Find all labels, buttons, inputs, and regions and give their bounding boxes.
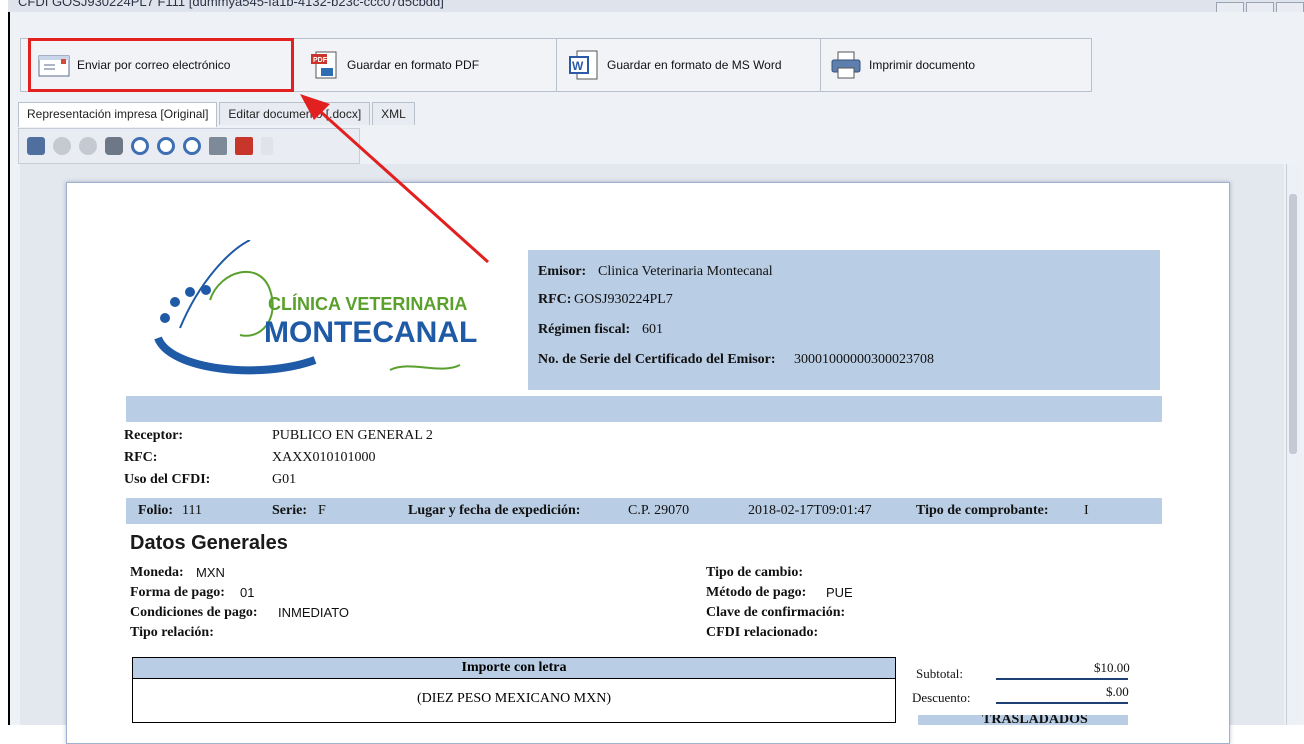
lugar-fecha-label: Lugar y fecha de expedición: (408, 503, 581, 518)
tipo-comprobante-value: I (1084, 503, 1089, 518)
print-icon[interactable] (27, 137, 45, 155)
datos-generales-title: Datos Generales (130, 532, 288, 554)
save-pdf-label: Guardar en formato PDF (347, 58, 480, 72)
forma-pago-value: 01 (240, 585, 255, 600)
importe-header: Importe con letra (133, 658, 895, 679)
importe-value: (DIEZ PESO MEXICANO MXN) (416, 691, 612, 706)
folio-label: Folio: (138, 503, 173, 518)
word-file-icon: W (567, 48, 601, 82)
subtotal-rule (996, 678, 1128, 680)
export-html-icon[interactable] (209, 137, 227, 155)
receptor-rfc-value: XAXX010101000 (272, 450, 376, 465)
print-label: Imprimir documento (869, 58, 976, 72)
zoom-in-icon[interactable] (157, 137, 175, 155)
svg-text:PDF: PDF (313, 57, 328, 64)
pdf-file-icon: PDF (307, 48, 341, 82)
vertical-scrollbar[interactable] (1286, 164, 1301, 725)
export-pdf-icon[interactable] (235, 137, 253, 155)
traslados-label: TRASLADADOS (982, 715, 1088, 725)
send-email-button[interactable]: Enviar por correo electrónico (28, 38, 294, 92)
document-toolbar: Enviar por correo electrónico PDF Guarda… (20, 38, 1092, 92)
regimen-value: 601 (642, 322, 663, 337)
metodo-pago-label: Método de pago: (706, 585, 807, 600)
next-page-icon[interactable] (79, 137, 97, 155)
regimen-label: Régimen fiscal: (538, 322, 631, 337)
logo-line-2: MONTECANAL (264, 316, 478, 349)
descuento-rule (996, 702, 1128, 704)
postal-code: C.P. 29070 (628, 503, 690, 518)
condiciones-value: INMEDIATO (278, 605, 350, 620)
emisor-rfc-value: GOSJ930224PL7 (574, 292, 673, 307)
emisor-rfc-label: RFC: (538, 292, 572, 307)
scrollbar-thumb[interactable] (1289, 194, 1297, 454)
svg-text:W: W (572, 59, 584, 73)
metodo-pago-value: PUE (826, 585, 853, 600)
descuento-label: Descuento: (912, 690, 971, 705)
moneda-label: Moneda: (130, 565, 184, 580)
folio-value: 111 (182, 503, 202, 518)
uso-cfdi-label: Uso del CFDI: (124, 472, 211, 487)
save-pdf-button[interactable]: PDF Guardar en formato PDF (299, 39, 557, 91)
serie-label: Serie: (272, 503, 307, 518)
previous-page-icon[interactable] (53, 137, 71, 155)
emisor-value: Clinica Veterinaria Montecanal (598, 264, 773, 279)
uso-cfdi-value: G01 (272, 472, 297, 487)
moneda-value: MXN (196, 565, 225, 580)
folio-bar: Folio: 111 Serie: F Lugar y fecha de exp… (126, 498, 1162, 524)
emisor-panel: Emisor: Clinica Veterinaria Montecanal R… (528, 250, 1160, 390)
annotation-arrow (300, 94, 490, 264)
clave-confirmacion-label: Clave de confirmación: (706, 605, 846, 620)
importe-con-letra-box: Importe con letra (DIEZ PESO MEXICANO MX… (132, 657, 896, 723)
traslados-header: TRASLADADOS (918, 715, 1128, 725)
envelope-icon (37, 48, 71, 82)
cert-serial-label: No. de Serie del Certificado del Emisor: (538, 352, 776, 367)
save-word-button[interactable]: W Guardar en formato de MS Word (559, 39, 821, 91)
print-button[interactable]: Imprimir documento (821, 39, 1089, 91)
zoom-out-icon[interactable] (131, 137, 149, 155)
window-title: CFDI GOSJ930224PL7 F111 [dummya545-fa1b-… (18, 0, 444, 9)
send-email-label: Enviar por correo electrónico (77, 58, 231, 72)
cert-serial-value: 30001000000300023708 (794, 352, 934, 367)
tipo-relacion-label: Tipo relación: (130, 625, 214, 640)
overflow-chevron-icon[interactable] (261, 137, 273, 155)
receptor-rfc-label: RFC: (124, 450, 158, 465)
tipo-comprobante-label: Tipo de comprobante: (916, 503, 1049, 518)
receptor-label: Receptor: (124, 428, 184, 443)
subtotal-value: $10.00 (1094, 660, 1130, 675)
forma-pago-label: Forma de pago: (130, 585, 225, 600)
printer-icon (829, 48, 863, 82)
cfdi-relacionado-label: CFDI relacionado: (706, 625, 819, 640)
tab-printed-representation[interactable]: Representación impresa [Original] (18, 102, 218, 127)
tipo-cambio-label: Tipo de cambio: (706, 565, 803, 580)
emisor-label: Emisor: (538, 264, 587, 279)
issue-date: 2018-02-17T09:01:47 (748, 503, 872, 518)
zoom-dropdown-icon[interactable] (183, 137, 201, 155)
logo-line-1: CLÍNICA VETERINARIA (268, 294, 468, 314)
condiciones-label: Condiciones de pago: (130, 605, 258, 620)
find-icon[interactable] (105, 137, 123, 155)
receptor-value: PUBLICO EN GENERAL 2 (272, 428, 433, 443)
descuento-value: $.00 (1106, 684, 1129, 699)
serie-value: F (318, 503, 326, 518)
save-word-label: Guardar en formato de MS Word (607, 58, 782, 72)
separator-band (126, 396, 1162, 422)
subtotal-label: Subtotal: (916, 666, 963, 681)
